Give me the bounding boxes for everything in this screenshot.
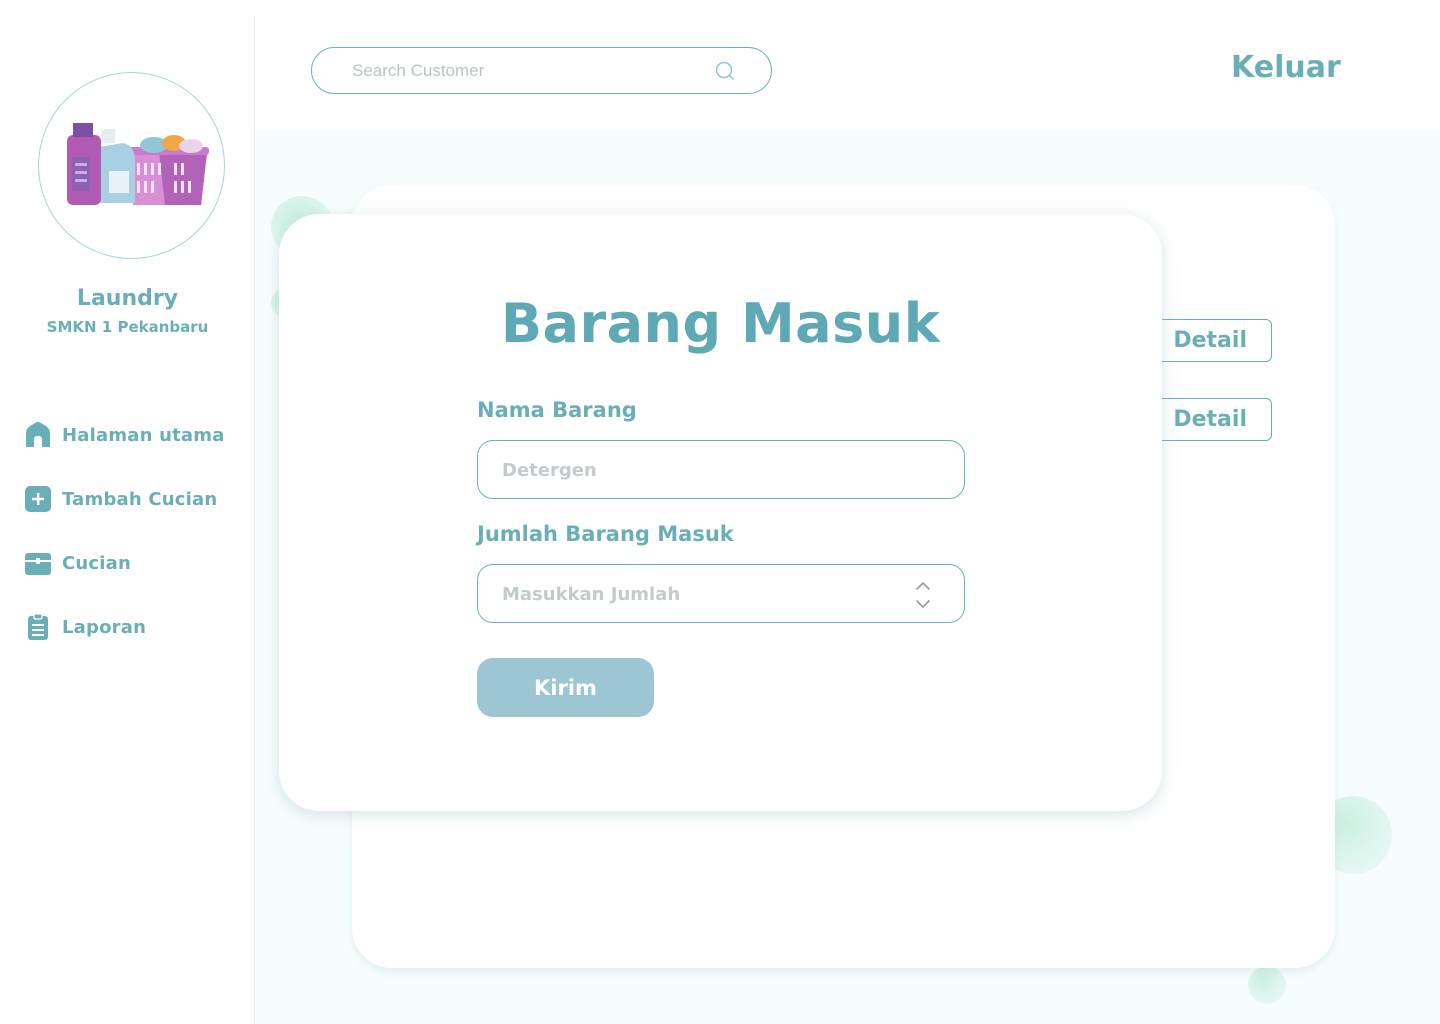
- search-icon[interactable]: [714, 60, 736, 82]
- plus-square-icon: [25, 486, 51, 512]
- modal-title: Barang Masuk: [500, 292, 941, 355]
- sidebar-item-laporan[interactable]: Laporan: [24, 612, 225, 642]
- sidebar-item-label: Tambah Cucian: [62, 488, 218, 510]
- sidebar-item-cucian[interactable]: Cucian: [24, 548, 225, 578]
- sidebar-item-halaman-utama[interactable]: Halaman utama: [24, 420, 225, 450]
- brand-name: Laundry: [76, 286, 179, 311]
- sidebar-item-label: Halaman utama: [62, 424, 225, 446]
- quantity-field: [477, 564, 965, 623]
- name-field: [477, 440, 965, 499]
- quantity-label: Jumlah Barang Masuk: [477, 522, 734, 546]
- submit-button[interactable]: Kirim: [477, 658, 654, 717]
- home-icon: [26, 422, 50, 447]
- sidebar: Laundry SMKN 1 Pekanbaru Halaman utama T…: [0, 0, 255, 1024]
- search-input[interactable]: [352, 58, 692, 84]
- sidebar-item-label: Laporan: [62, 616, 147, 638]
- sidebar-item-label: Cucian: [62, 552, 132, 574]
- quantity-stepper-icon[interactable]: [912, 579, 934, 611]
- brand-subtitle: SMKN 1 Pekanbaru: [46, 318, 209, 336]
- clipboard-icon: [28, 613, 48, 640]
- laundry-logo: [38, 72, 225, 259]
- laundry-products-icon: [67, 123, 209, 205]
- search-box: [311, 47, 772, 94]
- quantity-input[interactable]: [502, 579, 882, 609]
- decorative-bubble: [1248, 966, 1286, 1004]
- sidebar-nav: Halaman utama Tambah Cucian Cucian Lapor…: [24, 420, 225, 676]
- sidebar-item-tambah-cucian[interactable]: Tambah Cucian: [24, 484, 225, 514]
- app-root: Laundry SMKN 1 Pekanbaru Halaman utama T…: [0, 0, 1440, 1024]
- name-label: Nama Barang: [477, 398, 637, 422]
- detail-button[interactable]: Detail: [1152, 398, 1272, 441]
- box-icon: [25, 553, 51, 575]
- barang-masuk-modal: Barang Masuk Nama Barang Jumlah Barang M…: [279, 214, 1162, 811]
- logout-link[interactable]: Keluar: [1231, 50, 1341, 85]
- detail-button[interactable]: Detail: [1152, 319, 1272, 362]
- item-name-input[interactable]: [502, 455, 882, 485]
- top-bar: Keluar: [255, 0, 1440, 130]
